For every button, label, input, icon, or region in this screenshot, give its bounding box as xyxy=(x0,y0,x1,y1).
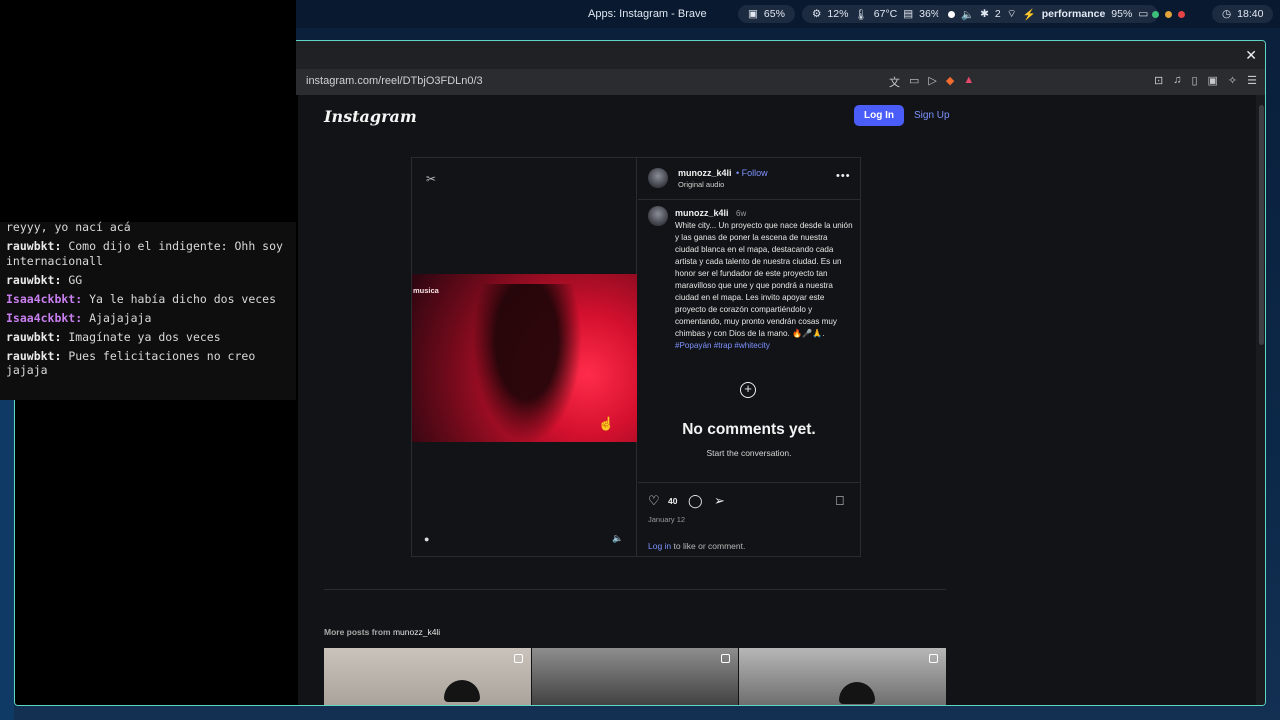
add-comment-icon: + xyxy=(740,382,756,398)
status-tray[interactable]: 🔈 ✱ 2 ⌔ ⚡ performance 95% ▭ xyxy=(938,5,1159,23)
menu-icon[interactable]: ☰ xyxy=(1247,74,1257,87)
chat-message: reyyy, yo nací acá xyxy=(6,220,131,234)
carousel-icon xyxy=(929,654,939,663)
chat-message: Isaa4ckbkt: Ajajajaja xyxy=(6,310,152,325)
stream-preview xyxy=(0,0,296,222)
instagram-logo[interactable]: Instagram xyxy=(324,107,417,126)
cpu-icon: ⚙ xyxy=(812,8,822,20)
bookmark-icon[interactable]: ⎕ xyxy=(836,493,844,509)
desktop: Apps: Instagram - Brave ▣ 65% ⚙ 12% 🌡 67°C … xyxy=(0,0,1280,720)
post-date: January 12 xyxy=(648,515,686,524)
share-icon[interactable]: ➢ xyxy=(714,493,725,509)
wallet-icon[interactable]: ▣ xyxy=(1208,74,1218,87)
carousel-icon xyxy=(721,654,731,663)
screenshot-icon[interactable]: ⊡ xyxy=(1154,74,1163,87)
avatar[interactable] xyxy=(648,168,668,188)
post-username[interactable]: munozz_k4li xyxy=(678,168,732,178)
more-options-icon[interactable]: ••• xyxy=(836,170,851,182)
scrollbar-thumb[interactable] xyxy=(1259,105,1264,345)
chat-message: Isaa4ckbkt: Ya le había dicho dos veces xyxy=(6,291,277,306)
caption-username[interactable]: munozz_k4li xyxy=(675,208,729,218)
thumbnail-subject xyxy=(839,682,876,704)
address-bar-actions: 文 ▭ ▷ ◆ ▲ xyxy=(889,74,974,90)
post-thumbnail[interactable] xyxy=(531,648,739,705)
post-actions: ♡ 40 ◯ ➢ ⎕ January 12 Log in to like or … xyxy=(638,482,860,556)
start-conversation-text: Start the conversation. xyxy=(706,448,792,458)
caption-time: 6w xyxy=(736,209,747,218)
post-thumbnail[interactable] xyxy=(324,648,531,705)
chat-messages: reyyy, yo nací acá rauwbkt: Como dijo el… xyxy=(6,220,292,382)
no-comments-heading: No comments yet. xyxy=(682,421,816,438)
more-posts-grid xyxy=(324,648,947,705)
chat-message: rauwbkt: Como dijo el indigente: Ohh soy… xyxy=(6,239,290,268)
comment-icon[interactable]: ◯ xyxy=(688,493,703,509)
caption-text: White city... Un proyecto que nace desde… xyxy=(675,221,853,350)
gpu-icon: ▣ xyxy=(748,8,758,20)
leo-ai-icon[interactable]: ✧ xyxy=(1228,74,1237,87)
post-sidebar: munozz_k4li • Follow Original audio ••• … xyxy=(638,158,860,556)
like-count: 40 xyxy=(668,496,678,506)
toolbar-right: ⊡ ♫ ▯ ▣ ✧ ☰ xyxy=(1154,74,1257,87)
wifi-icon: ⌔ xyxy=(1006,8,1017,20)
login-to-comment: Log in to like or comment. xyxy=(648,541,746,551)
follow-link[interactable]: • Follow xyxy=(736,168,768,178)
hand-cursor-icon: ☝ xyxy=(598,416,615,431)
brave-rewards-icon[interactable]: ▲ xyxy=(963,74,974,90)
more-posts-username[interactable]: munozz_k4li xyxy=(393,627,440,637)
volume-icon: 🔈 xyxy=(961,8,975,21)
section-divider xyxy=(324,589,946,590)
tagged-user-icon[interactable]: ● xyxy=(424,534,429,544)
app-tray-icon-green xyxy=(1152,10,1159,18)
active-window-title: Apps: Instagram - Brave xyxy=(588,8,707,20)
audio-label[interactable]: Original audio xyxy=(678,180,724,189)
app-tray-icon-orange xyxy=(1165,10,1172,18)
media-icon[interactable]: ♫ xyxy=(1173,74,1181,87)
thermometer-icon: 🌡 xyxy=(854,8,868,21)
chat-message: rauwbkt: GG xyxy=(6,272,83,287)
video-silhouette xyxy=(472,284,582,442)
instagram-page: Instagram Log In Sign Up ✂ musica ☝ ● 🔈 xyxy=(298,95,1256,705)
tray-apps[interactable] xyxy=(1142,5,1195,23)
reel-media[interactable]: ✂ musica ☝ ● 🔈 xyxy=(412,158,637,556)
clock[interactable]: ◷ 18:40 xyxy=(1212,5,1274,23)
record-icon xyxy=(948,10,955,18)
sidebar-icon[interactable]: ▯ xyxy=(1191,74,1197,87)
brave-shields-icon[interactable]: ◆ xyxy=(946,74,954,90)
login-button[interactable]: Log In xyxy=(854,105,904,126)
system-stats[interactable]: ⚙ 12% 🌡 67°C ▤ 36% xyxy=(802,5,951,23)
video-overlay-text: musica xyxy=(413,286,439,295)
send-icon[interactable]: ▷ xyxy=(928,74,936,90)
reel-post: ✂ musica ☝ ● 🔈 munozz_k4li • Follow Orig… xyxy=(411,157,861,557)
caption-hashtags[interactable]: #Popayán #trap #whitecity xyxy=(675,341,770,350)
avatar[interactable] xyxy=(648,206,668,226)
page-scrollbar[interactable] xyxy=(1256,95,1265,705)
login-link[interactable]: Log in xyxy=(648,541,671,551)
thumbnail-subject xyxy=(444,680,480,702)
post-header: munozz_k4li • Follow Original audio ••• xyxy=(638,158,860,200)
bluetooth-icon: ✱ xyxy=(980,8,989,20)
clock-icon: ◷ xyxy=(1222,8,1232,20)
translate-icon[interactable]: 文 xyxy=(889,74,900,90)
close-icon[interactable]: ✕ xyxy=(1245,47,1257,64)
memory-icon: ▤ xyxy=(903,8,914,20)
carousel-icon xyxy=(513,654,523,663)
chat-overlay: reyyy, yo nací acá rauwbkt: Como dijo el… xyxy=(0,0,296,400)
chat-message: rauwbkt: Imagínate ya dos veces xyxy=(6,329,221,344)
post-thumbnail[interactable] xyxy=(739,648,947,705)
signup-link[interactable]: Sign Up xyxy=(914,110,950,121)
chat-message: rauwbkt: Pues felicitaciones no creo jaj… xyxy=(6,348,263,378)
cast-icon[interactable]: ▭ xyxy=(909,74,919,90)
heart-icon[interactable]: ♡ xyxy=(648,493,660,509)
sound-icon[interactable]: 🔈 xyxy=(612,533,623,544)
more-posts-heading: More posts from munozz_k4li xyxy=(324,627,441,637)
gpu-indicator[interactable]: ▣ 65% xyxy=(738,5,795,23)
app-tray-icon-red xyxy=(1178,10,1185,18)
url-text[interactable]: instagram.com/reel/DTbjO3FDLn0/3 xyxy=(306,75,483,87)
capcut-icon: ✂ xyxy=(426,172,437,186)
power-profile-icon: ⚡ xyxy=(1022,8,1036,21)
